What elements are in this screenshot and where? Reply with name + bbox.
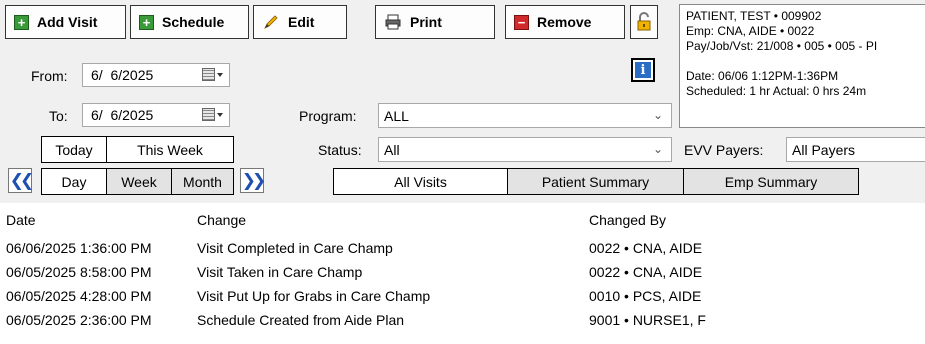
unlock-icon — [636, 12, 652, 32]
double-chevron-right-icon: ❯❯ — [241, 170, 266, 190]
week-range-button[interactable]: Week — [106, 168, 172, 195]
today-label: Today — [55, 141, 93, 158]
week-label: Week — [121, 173, 157, 190]
visit-info-panel: PATIENT, TEST • 009902 Emp: CNA, AIDE • … — [679, 4, 925, 128]
chevron-down-icon: ⌄ — [652, 142, 663, 156]
cell-changed-by: 0010 • PCS, AIDE — [589, 288, 702, 304]
tab-label: All Visits — [394, 173, 447, 190]
cell-change: Visit Put Up for Grabs in Care Champ — [197, 288, 431, 304]
status-select[interactable]: All ⌄ — [378, 137, 672, 162]
tab-emp-summary[interactable]: Emp Summary — [683, 168, 859, 195]
cell-date: 06/06/2025 1:36:00 PM — [6, 240, 152, 256]
to-label: To: — [49, 108, 68, 124]
tab-label: Patient Summary — [541, 173, 650, 190]
pencil-icon — [262, 13, 280, 31]
day-label: Day — [61, 173, 87, 190]
evv-payers-label: EVV Payers: — [684, 142, 764, 158]
cell-changed-by: 0022 • CNA, AIDE — [589, 240, 703, 256]
cell-change: Schedule Created from Aide Plan — [197, 312, 405, 328]
add-visit-button[interactable]: + Add Visit — [5, 5, 126, 39]
column-header-changed-by[interactable]: Changed By — [589, 212, 666, 228]
tab-patient-summary[interactable]: Patient Summary — [507, 168, 684, 195]
column-header-date[interactable]: Date — [6, 212, 36, 228]
edit-button[interactable]: Edit — [253, 5, 347, 39]
printer-icon — [384, 13, 402, 31]
from-date-value: 6/ 6/2025 — [91, 67, 154, 83]
info-button[interactable]: i — [631, 58, 655, 82]
minus-icon: − — [514, 14, 529, 30]
to-date-picker[interactable]: 6/ 6/2025 — [82, 103, 230, 127]
from-label: From: — [31, 68, 68, 84]
schedule-label: Schedule — [162, 14, 225, 30]
plus-icon: + — [14, 14, 29, 30]
column-header-change[interactable]: Change — [197, 212, 246, 228]
cell-date: 06/05/2025 4:28:00 PM — [6, 288, 152, 304]
to-date-value: 6/ 6/2025 — [91, 107, 154, 123]
remove-label: Remove — [537, 14, 592, 30]
print-button[interactable]: Print — [375, 5, 495, 39]
this-week-button[interactable]: This Week — [106, 136, 234, 163]
double-chevron-left-icon: ❮❮ — [9, 170, 34, 190]
tab-label: Emp Summary — [724, 173, 818, 190]
previous-period-button[interactable]: ❮❮ — [8, 168, 34, 193]
this-week-label: This Week — [137, 141, 203, 158]
cell-date: 06/05/2025 8:58:00 PM — [6, 264, 152, 280]
calendar-dropdown-icon[interactable] — [202, 108, 223, 121]
status-value: All — [384, 141, 400, 158]
day-range-button[interactable]: Day — [41, 168, 107, 195]
pay-job-visit-line: Pay/Job/Vst: 21/008 • 005 • 005 - PI — [686, 39, 878, 53]
scheduled-actual-line: Scheduled: 1 hr Actual: 0 hrs 24m — [686, 84, 867, 98]
print-label: Print — [410, 14, 442, 30]
tab-all-visits[interactable]: All Visits — [333, 168, 508, 195]
patient-line: PATIENT, TEST • 009902 — [686, 9, 822, 23]
today-button[interactable]: Today — [41, 136, 107, 163]
edit-label: Edit — [288, 14, 315, 30]
month-label: Month — [183, 173, 222, 190]
cell-changed-by: 0022 • CNA, AIDE — [589, 264, 703, 280]
month-range-button[interactable]: Month — [171, 168, 234, 195]
cell-date: 06/05/2025 2:36:00 PM — [6, 312, 152, 328]
program-select[interactable]: ALL ⌄ — [378, 103, 672, 128]
cell-change: Visit Taken in Care Champ — [197, 264, 363, 280]
program-label: Program: — [299, 108, 357, 124]
status-label: Status: — [318, 142, 362, 158]
cell-changed-by: 9001 • NURSE1, F — [589, 312, 706, 328]
calendar-dropdown-icon[interactable] — [202, 68, 223, 81]
info-icon: i — [635, 62, 651, 78]
next-period-button[interactable]: ❯❯ — [240, 168, 266, 193]
evv-payers-value: All Payers — [792, 141, 856, 158]
chevron-down-icon: ⌄ — [652, 108, 663, 122]
add-visit-label: Add Visit — [37, 14, 98, 30]
remove-button[interactable]: − Remove — [505, 5, 625, 39]
program-value: ALL — [384, 107, 409, 124]
cell-change: Visit Completed in Care Champ — [197, 240, 393, 256]
schedule-button[interactable]: + Schedule — [130, 5, 249, 39]
from-date-picker[interactable]: 6/ 6/2025 — [82, 63, 230, 87]
employee-line: Emp: CNA, AIDE • 0022 — [686, 24, 815, 38]
lock-button[interactable] — [630, 5, 658, 39]
plus-icon: + — [139, 14, 154, 30]
visit-date-line: Date: 06/06 1:12PM-1:36PM — [686, 69, 839, 83]
evv-payers-select[interactable]: All Payers — [786, 137, 925, 162]
